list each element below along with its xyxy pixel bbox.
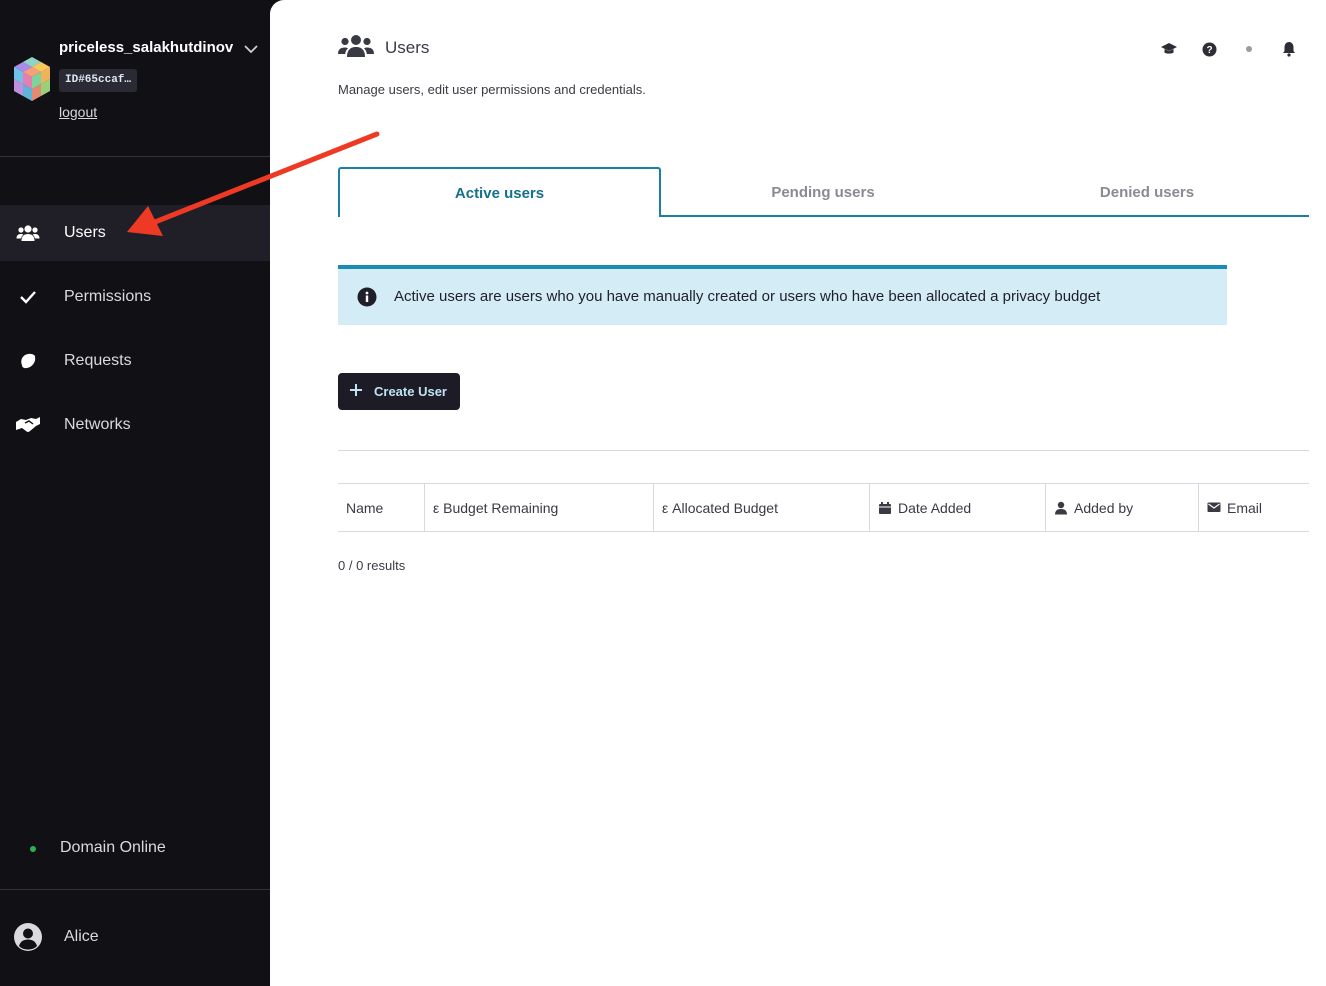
svg-text:?: ? (1206, 45, 1212, 56)
sidebar: priceless_salakhutdinov ID#65ccaf… logou… (0, 0, 270, 986)
envelope-icon (1207, 501, 1221, 515)
user-tabs: Active users Pending users Denied users (338, 167, 1309, 217)
create-user-button[interactable]: Create User (338, 373, 460, 410)
avatar-icon (14, 923, 42, 951)
domain-id-badge: ID#65ccaf… (59, 69, 138, 92)
results-count: 0 / 0 results (338, 558, 406, 573)
column-header-allocated-budget[interactable]: ε Allocated Budget (654, 484, 870, 531)
plus-icon (350, 384, 362, 396)
column-header-added-by[interactable]: Added by (1046, 484, 1199, 531)
column-header-label: Added by (1074, 499, 1134, 516)
users-icon (16, 221, 40, 245)
column-header-label: Name (346, 499, 384, 516)
lemon-icon (16, 349, 40, 373)
sidebar-item-users[interactable]: Users (0, 205, 270, 261)
sidebar-item-label: Users (64, 224, 106, 241)
divider (338, 450, 1309, 451)
column-header-label: Date Added (898, 499, 972, 516)
status-label: Domain Online (60, 839, 166, 856)
column-header-name[interactable]: Name (338, 484, 425, 531)
domain-status: Domain Online (0, 836, 270, 862)
column-header-email[interactable]: Email (1199, 484, 1309, 531)
column-header-date-added[interactable]: Date Added (870, 484, 1046, 531)
handshake-icon (16, 413, 40, 437)
column-header-label: ε Budget Remaining (433, 499, 559, 516)
users-table-header: Name ε Budget Remaining ε Allocated Budg… (338, 483, 1309, 532)
user-icon (1054, 501, 1068, 515)
users-icon (338, 35, 374, 57)
info-banner-text: Active users are users who you have manu… (394, 288, 1101, 305)
chevron-down-icon[interactable] (242, 40, 260, 58)
sidebar-item-label: Permissions (64, 288, 152, 305)
info-banner: Active users are users who you have manu… (338, 265, 1227, 325)
sidebar-item-requests[interactable]: Requests (0, 333, 270, 389)
account-menu[interactable]: Alice (0, 912, 270, 962)
sidebar-divider (0, 889, 270, 890)
user-name: Alice (64, 928, 99, 945)
sidebar-item-networks[interactable]: Networks (0, 397, 270, 453)
help-icon[interactable]: ? (1199, 39, 1219, 59)
sidebar-item-permissions[interactable]: Permissions (0, 269, 270, 325)
page-subtitle: Manage users, edit user permissions and … (338, 82, 646, 97)
column-header-budget-remaining[interactable]: ε Budget Remaining (425, 484, 654, 531)
create-user-label: Create User (374, 384, 447, 399)
calendar-icon (878, 501, 892, 515)
tab-active-users[interactable]: Active users (338, 167, 661, 217)
check-icon (16, 285, 40, 309)
main-content: Users Manage users, edit user permission… (270, 0, 1326, 986)
page-title: Users (385, 38, 430, 57)
tab-pending-users[interactable]: Pending users (661, 167, 985, 217)
column-header-label: ε Allocated Budget (662, 499, 778, 516)
info-icon (357, 287, 377, 307)
graduation-cap-icon[interactable] (1159, 39, 1179, 59)
status-dot-icon (30, 846, 36, 852)
domain-logo (14, 57, 50, 101)
sidebar-item-label: Requests (64, 352, 132, 369)
tab-denied-users[interactable]: Denied users (985, 167, 1309, 217)
column-header-label: Email (1227, 499, 1263, 516)
sidebar-item-label: Networks (64, 416, 131, 433)
logout-link[interactable]: logout (59, 104, 97, 120)
dot-icon[interactable] (1239, 39, 1259, 59)
sidebar-divider (0, 156, 270, 157)
domain-name: priceless_salakhutdinov (59, 39, 234, 56)
bell-icon[interactable] (1279, 39, 1299, 59)
